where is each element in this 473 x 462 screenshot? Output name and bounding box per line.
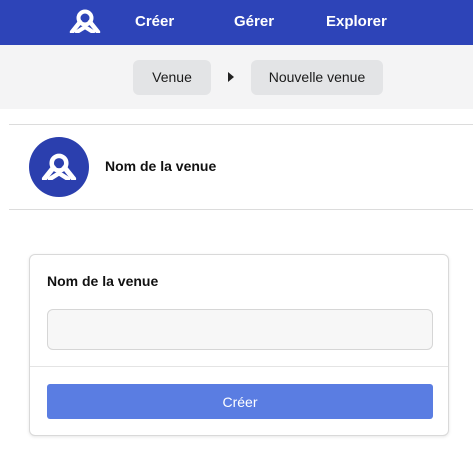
form-divider bbox=[30, 366, 448, 367]
venue-name-label: Nom de la venue bbox=[47, 273, 159, 289]
divider bbox=[9, 124, 473, 125]
divider bbox=[9, 209, 473, 210]
venue-name-input[interactable] bbox=[47, 309, 433, 350]
nav-manage-link[interactable]: Gérer bbox=[234, 0, 274, 45]
venue-name-heading: Nom de la venue bbox=[105, 158, 217, 174]
new-venue-form: Nom de la venue Créer bbox=[29, 254, 449, 436]
venue-avatar bbox=[29, 137, 89, 197]
brand-logo-icon[interactable] bbox=[69, 9, 101, 33]
nav-explore-link[interactable]: Explorer bbox=[326, 0, 387, 45]
breadcrumb-item-new-venue[interactable]: Nouvelle venue bbox=[251, 60, 383, 95]
top-navigation-bar: Créer Gérer Explorer bbox=[0, 0, 473, 45]
caret-right-icon bbox=[228, 72, 234, 82]
breadcrumb: Venue Nouvelle venue bbox=[0, 45, 473, 109]
create-button[interactable]: Créer bbox=[47, 384, 433, 419]
brand-logo-icon bbox=[41, 153, 77, 180]
nav-create-link[interactable]: Créer bbox=[135, 0, 174, 45]
breadcrumb-item-venue[interactable]: Venue bbox=[133, 60, 211, 95]
